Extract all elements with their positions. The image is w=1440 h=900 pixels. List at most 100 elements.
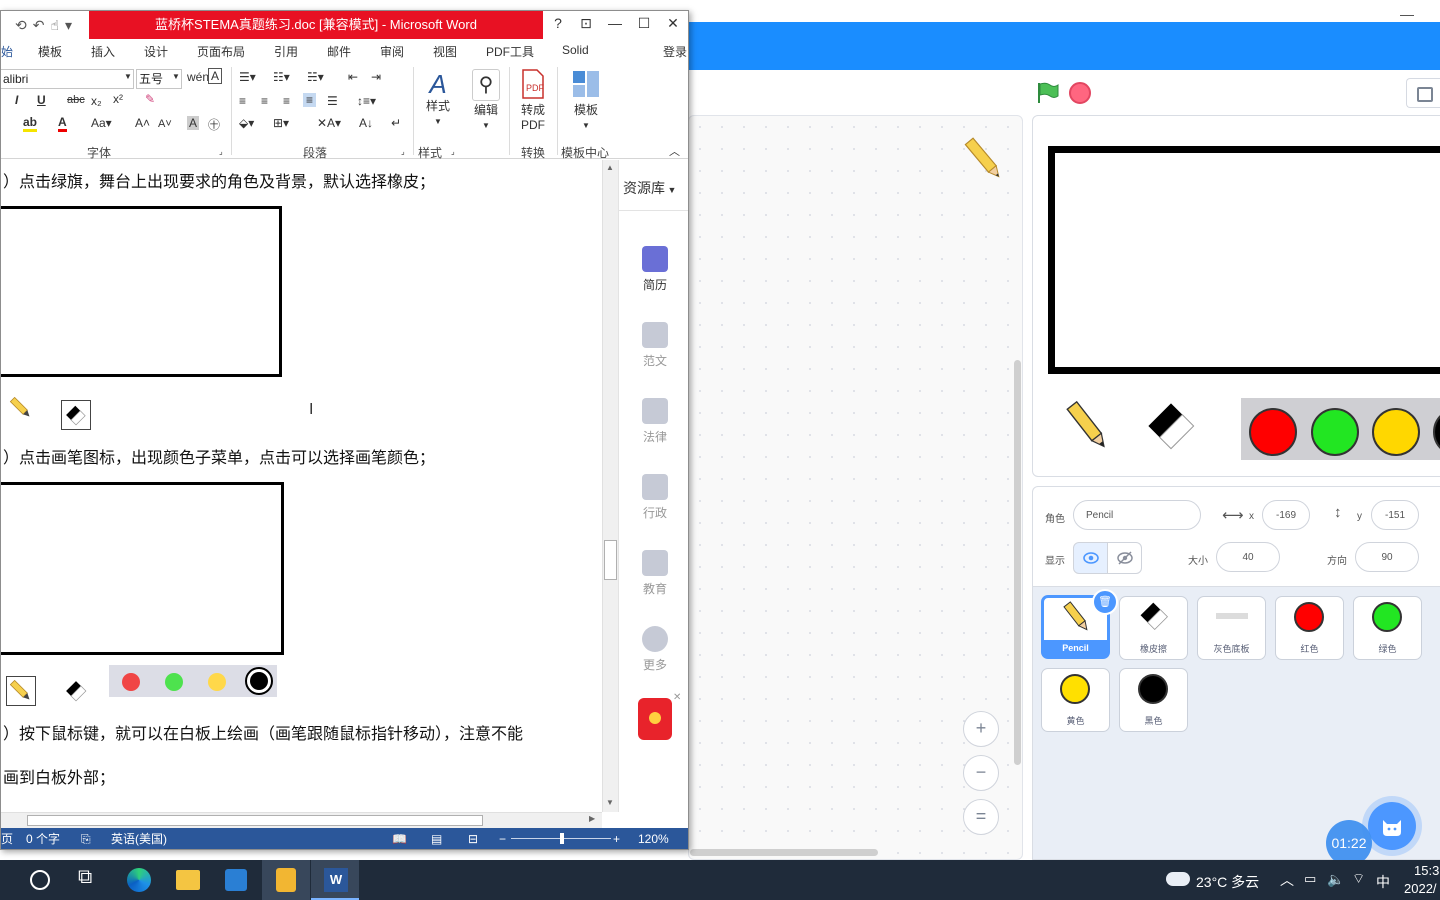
delete-sprite-icon[interactable]: 🗑 xyxy=(1092,589,1118,615)
horizontal-scrollbar[interactable]: ▶ xyxy=(1,812,602,828)
italic-icon[interactable]: I xyxy=(15,93,18,107)
login-link[interactable]: 登录 xyxy=(663,43,687,60)
font-name-box[interactable]: alibri xyxy=(1,69,134,89)
chinese-layout-icon[interactable]: ✕A▾ xyxy=(317,116,341,130)
vertical-scrollbar[interactable]: ▲ ▼ xyxy=(602,160,618,812)
tab-insert[interactable]: 插入 xyxy=(91,43,115,60)
code-horizontal-scrollbar[interactable] xyxy=(690,849,878,856)
multilevel-list-icon[interactable]: ☵▾ xyxy=(307,70,324,84)
close-icon[interactable]: ✕ xyxy=(662,15,684,32)
status-page[interactable]: 页 xyxy=(1,828,13,849)
side-item-education[interactable]: 教育 xyxy=(619,550,688,597)
resource-library-header[interactable]: 资源库 ▼ xyxy=(623,178,676,198)
side-item-resume[interactable]: 简历 xyxy=(619,246,688,293)
weather-text[interactable]: 23°C 多云 xyxy=(1196,872,1259,892)
dialog-launcher-icon[interactable]: ⌟ xyxy=(219,147,223,156)
dialog-launcher-icon[interactable]: ⌟ xyxy=(451,147,455,156)
document-area[interactable]: ）点击绿旗，舞台上出现要求的角色及背景，默认选择橡皮； ）点击画笔图标，出现颜色… xyxy=(1,160,602,812)
scroll-thumb[interactable] xyxy=(604,540,617,580)
convert-pdf-button[interactable]: PDF 转成 PDF xyxy=(515,69,551,133)
side-item-admin[interactable]: 行政 xyxy=(619,474,688,521)
ime-indicator[interactable]: 中 xyxy=(1376,872,1390,892)
enclose-char-icon[interactable]: ㊉ xyxy=(208,116,220,133)
taskbar-app-active[interactable] xyxy=(262,860,310,900)
superscript-icon[interactable]: x² xyxy=(113,92,123,106)
edit-button[interactable]: ⚲ 编辑 ▼ xyxy=(469,69,503,133)
tab-references[interactable]: 引用 xyxy=(274,43,298,60)
scroll-right-icon[interactable]: ▶ xyxy=(589,814,595,823)
numbering-icon[interactable]: ☷▾ xyxy=(273,70,290,84)
styles-button[interactable]: A 样式 ▼ xyxy=(421,69,455,129)
add-sprite-button[interactable] xyxy=(1368,802,1416,850)
scroll-up-icon[interactable]: ▲ xyxy=(606,163,614,172)
size-input[interactable]: 40 xyxy=(1216,542,1280,572)
tab-review[interactable]: 审阅 xyxy=(380,43,404,60)
bullets-icon[interactable]: ☰▾ xyxy=(239,70,256,84)
minimize-icon[interactable] xyxy=(1400,2,1414,16)
side-item-law[interactable]: 法律 xyxy=(619,398,688,445)
increase-indent-icon[interactable]: ⇥ xyxy=(371,70,381,84)
green-flag-icon[interactable] xyxy=(1036,82,1060,104)
tab-mailings[interactable]: 邮件 xyxy=(327,43,351,60)
side-item-sample[interactable]: 范文 xyxy=(619,322,688,369)
subscript-icon[interactable]: x₂ xyxy=(91,94,102,108)
print-layout-icon[interactable]: ▤ xyxy=(431,828,442,849)
chevron-down-icon[interactable]: ▼ xyxy=(172,72,180,81)
y-input[interactable]: -151 xyxy=(1371,500,1419,530)
close-icon[interactable]: ✕ xyxy=(673,692,681,703)
template-button[interactable]: 模板 ▼ xyxy=(567,69,605,133)
battery-icon[interactable]: ▭ xyxy=(1304,871,1316,887)
decrease-indent-icon[interactable]: ⇤ xyxy=(348,70,358,84)
taskbar-word[interactable]: W xyxy=(311,860,359,900)
sprite-card-gray-board[interactable]: 灰色底板 xyxy=(1197,596,1266,660)
status-zoom[interactable]: 120% xyxy=(638,828,669,849)
strikethrough-icon[interactable]: abc xyxy=(67,94,85,106)
search-icon[interactable] xyxy=(30,870,50,890)
font-color-icon[interactable]: A xyxy=(58,115,67,132)
chevron-up-icon[interactable]: ︿ xyxy=(1280,870,1294,890)
scroll-thumb[interactable] xyxy=(27,815,483,826)
side-item-more[interactable]: 更多 xyxy=(619,626,688,673)
align-center-icon[interactable]: ≡ xyxy=(261,94,268,108)
sprite-name-input[interactable]: Pencil xyxy=(1073,500,1201,530)
direction-input[interactable]: 90 xyxy=(1355,542,1419,572)
stage[interactable] xyxy=(1032,115,1440,477)
dialog-launcher-icon[interactable]: ⌟ xyxy=(401,147,405,156)
grow-font-icon[interactable]: A˄ xyxy=(135,116,150,130)
char-border-icon[interactable]: A xyxy=(208,68,223,84)
status-word-count[interactable]: 0 个字 xyxy=(26,828,60,849)
phonetic-guide-icon[interactable]: wén xyxy=(187,70,209,84)
clock-date[interactable]: 2022/ xyxy=(1404,881,1437,896)
web-layout-icon[interactable]: ⊟ xyxy=(468,828,478,849)
tab-pdf-tools[interactable]: PDF工具 xyxy=(486,43,534,60)
edge-icon[interactable] xyxy=(127,868,151,892)
minimize-icon[interactable]: — xyxy=(604,15,626,31)
highlight-icon[interactable]: ab xyxy=(23,115,38,132)
code-area[interactable] xyxy=(688,115,1023,860)
network-icon[interactable]: ⌔ xyxy=(1352,870,1365,888)
change-case-icon[interactable]: Aa▾ xyxy=(91,116,112,130)
align-left-icon[interactable]: ≡ xyxy=(239,94,246,108)
file-explorer-icon[interactable] xyxy=(176,870,200,890)
collapse-ribbon-icon[interactable]: ︿ xyxy=(669,143,680,159)
store-icon[interactable] xyxy=(225,869,247,891)
zoom-slider[interactable] xyxy=(511,833,611,844)
task-view-icon[interactable]: ⧉ xyxy=(78,866,102,890)
underline-icon[interactable]: U xyxy=(37,93,46,107)
stop-icon[interactable] xyxy=(1069,82,1091,104)
scroll-down-icon[interactable]: ▼ xyxy=(606,798,614,807)
read-mode-icon[interactable]: 📖 xyxy=(392,828,407,849)
red-envelope-icon[interactable] xyxy=(638,698,672,740)
tab-design[interactable]: 设计 xyxy=(144,43,168,60)
code-vertical-scrollbar[interactable] xyxy=(1014,360,1021,765)
clear-format-icon[interactable]: ✎ xyxy=(145,92,155,106)
tab-page-layout[interactable]: 页面布局 xyxy=(197,43,245,60)
maximize-icon[interactable]: ☐ xyxy=(633,15,655,32)
volume-icon[interactable]: 🔈 xyxy=(1327,871,1344,888)
tab-template[interactable]: 模板 xyxy=(38,43,62,60)
zoom-out-button[interactable]: − xyxy=(963,755,999,791)
shading-icon[interactable]: ⬙▾ xyxy=(239,116,254,130)
zoom-out-icon[interactable]: − xyxy=(499,828,506,849)
stage-layout-button[interactable] xyxy=(1406,78,1440,108)
show-visible-toggle[interactable] xyxy=(1073,542,1108,574)
